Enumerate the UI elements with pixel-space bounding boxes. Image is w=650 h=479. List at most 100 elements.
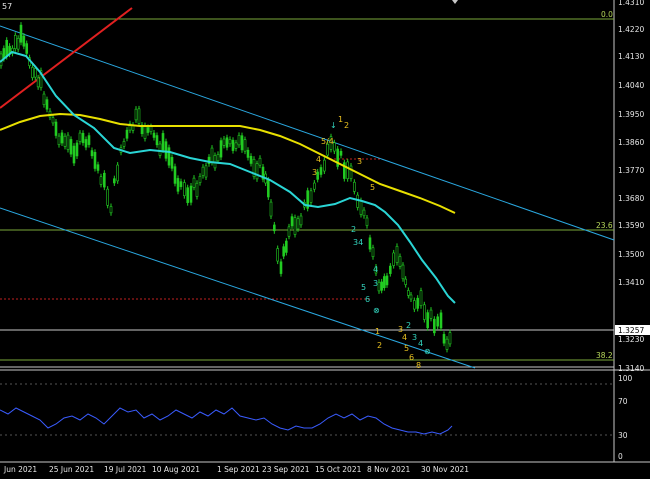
candle-body bbox=[293, 217, 297, 235]
candle-body bbox=[210, 147, 214, 163]
candle-body bbox=[158, 143, 162, 156]
candle-body bbox=[243, 139, 247, 152]
candle-body bbox=[5, 39, 9, 57]
candle-body bbox=[173, 166, 177, 184]
candle-body bbox=[276, 248, 279, 262]
price-axis-label: 1.3950 bbox=[618, 110, 644, 119]
candle-body bbox=[63, 135, 67, 147]
svg-text:4: 4 bbox=[373, 265, 378, 274]
candle-body bbox=[339, 151, 343, 156]
svg-text:34: 34 bbox=[353, 238, 363, 247]
candle-body bbox=[222, 138, 226, 146]
candle-body bbox=[313, 182, 316, 190]
candle-body bbox=[267, 179, 270, 198]
current-price-label: 1.3257 bbox=[618, 326, 644, 335]
price-axis-label: 1.3500 bbox=[618, 250, 644, 259]
candle-body bbox=[109, 206, 113, 214]
candle-body bbox=[179, 181, 183, 187]
candle-body bbox=[413, 300, 416, 310]
fib-level-0-label: 0.0 bbox=[601, 10, 613, 19]
candle-body bbox=[75, 142, 79, 157]
candle-body bbox=[442, 334, 446, 344]
candle-body bbox=[323, 159, 326, 172]
candle-body bbox=[90, 150, 94, 157]
svg-text:3: 3 bbox=[312, 168, 317, 177]
svg-text:3: 3 bbox=[412, 333, 417, 342]
candle-body bbox=[439, 312, 443, 329]
candle-body bbox=[66, 134, 70, 150]
candle-body bbox=[54, 121, 58, 136]
candle-body bbox=[416, 297, 419, 309]
candle-body bbox=[45, 99, 49, 110]
candle-body bbox=[353, 181, 356, 192]
candle-body bbox=[380, 281, 383, 291]
candle-body bbox=[16, 37, 20, 50]
candle-body bbox=[290, 216, 294, 227]
price-pane[interactable] bbox=[0, 0, 614, 370]
candle-body bbox=[299, 215, 303, 226]
price-axis-labels: 1.4310 1.4220 1.4130 1.4040 1.3950 1.3860 1.37… bbox=[618, 0, 644, 373]
candle-body bbox=[392, 252, 395, 266]
candle-body bbox=[269, 201, 273, 217]
price-axis-label: 1.3770 bbox=[618, 166, 644, 175]
candle-body bbox=[426, 312, 429, 329]
time-axis-label: 23 Sep 2021 bbox=[262, 465, 310, 474]
candle-body bbox=[69, 139, 73, 155]
svg-text:2: 2 bbox=[351, 225, 356, 234]
svg-text:5: 5 bbox=[404, 344, 409, 353]
candle-body bbox=[365, 217, 369, 226]
candle-body bbox=[228, 139, 232, 145]
candle-body bbox=[170, 157, 174, 169]
candle-body bbox=[216, 154, 220, 162]
price-axis-label: 1.3140 bbox=[618, 364, 644, 373]
candle-body bbox=[255, 163, 259, 180]
candle-body bbox=[103, 172, 106, 188]
candle-body bbox=[134, 108, 138, 121]
candle-body bbox=[192, 177, 196, 188]
candle-body bbox=[368, 237, 372, 250]
candle-body bbox=[198, 175, 202, 183]
time-axis-label: 8 Nov 2021 bbox=[367, 465, 410, 474]
candle-body bbox=[389, 265, 392, 274]
candle-body bbox=[99, 176, 103, 185]
candle-body bbox=[225, 137, 229, 148]
candle-body bbox=[407, 290, 410, 296]
candle-body bbox=[201, 166, 205, 176]
trading-chart[interactable]: 1 2 ↓ 5/4 3 4 3 5 2 34 4 5 6 3 ⊗ 1 2 3 2… bbox=[0, 0, 650, 479]
candle-body bbox=[436, 316, 439, 327]
svg-text:2: 2 bbox=[406, 321, 411, 330]
candle-body bbox=[25, 43, 29, 54]
candle-body bbox=[51, 117, 55, 124]
time-axis-label: 25 Jun 2021 bbox=[49, 465, 94, 474]
price-axis-label: 1.3860 bbox=[618, 138, 644, 147]
svg-text:⊗: ⊗ bbox=[373, 306, 380, 315]
candle-body bbox=[186, 187, 189, 203]
svg-text:3: 3 bbox=[373, 279, 378, 288]
time-axis-label: 30 Nov 2021 bbox=[421, 465, 469, 474]
candle-body bbox=[116, 164, 119, 182]
candle-body bbox=[87, 135, 91, 145]
candle-body bbox=[161, 133, 165, 151]
indicator-label-70: 70 bbox=[618, 397, 628, 406]
candle-body bbox=[176, 178, 180, 192]
svg-text:2: 2 bbox=[377, 341, 382, 350]
time-axis-label: 1 Sep 2021 bbox=[217, 465, 260, 474]
candle-body bbox=[385, 275, 389, 286]
time-axis-label: 19 Jul 2021 bbox=[104, 465, 147, 474]
svg-text:↓: ↓ bbox=[330, 121, 337, 130]
svg-text:1: 1 bbox=[375, 327, 380, 336]
svg-text:6: 6 bbox=[365, 295, 370, 304]
price-axis-label: 1.4040 bbox=[618, 81, 644, 90]
candle-body bbox=[401, 264, 405, 280]
time-axis-labels: Jun 2021 25 Jun 2021 19 Jul 2021 10 Aug 202… bbox=[3, 465, 469, 474]
price-axis-label: 1.3590 bbox=[618, 221, 644, 230]
time-axis-label: 15 Oct 2021 bbox=[315, 465, 362, 474]
candle-body bbox=[319, 167, 323, 175]
price-axis-label: 1.3410 bbox=[618, 278, 644, 287]
price-axis-label: 1.4310 bbox=[618, 0, 644, 7]
svg-text:5: 5 bbox=[361, 283, 366, 292]
candle-body bbox=[155, 135, 159, 146]
candle-body bbox=[36, 77, 40, 88]
candle-body bbox=[377, 281, 381, 292]
candle-body bbox=[13, 35, 17, 50]
